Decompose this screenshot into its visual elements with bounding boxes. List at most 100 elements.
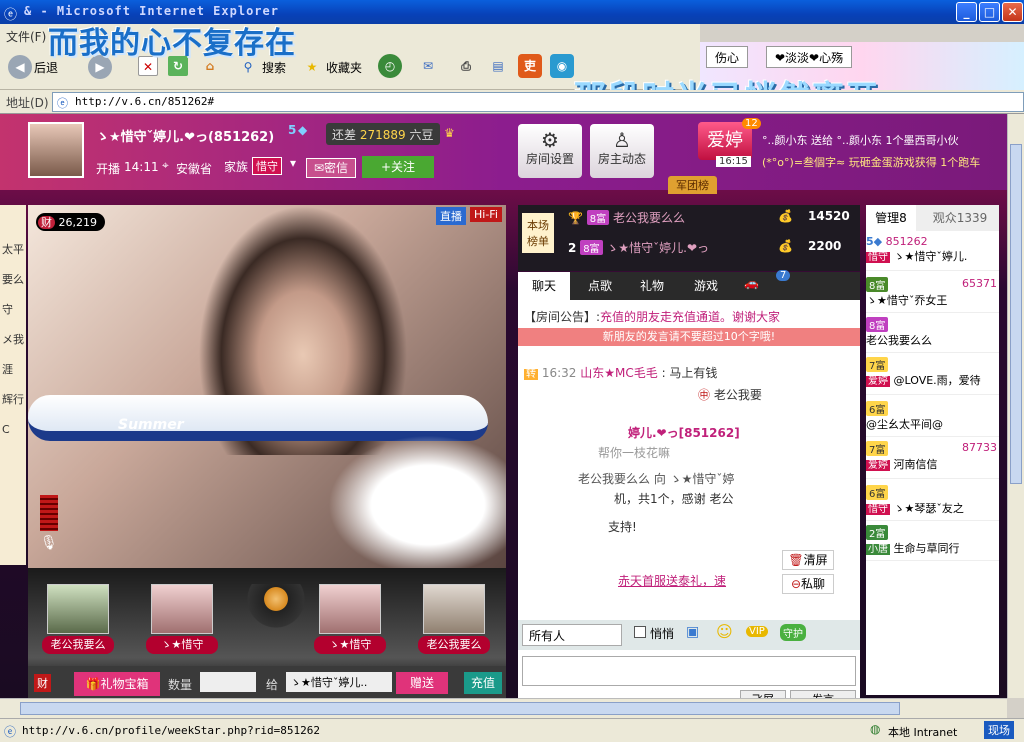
chat-options: 所有人 悄悄 ▣ ☺ VIP 守护 <box>518 620 860 650</box>
microphone-icon[interactable]: 🎙 <box>40 535 58 551</box>
scroll-thumb[interactable] <box>1010 144 1022 484</box>
hifi-tag[interactable]: Hi-Fi <box>470 207 502 222</box>
tab-game[interactable]: 游戏 <box>680 272 732 300</box>
status-url: http://v.6.cn/profile/weekStar.php?rid=8… <box>22 724 321 737</box>
chat-input[interactable] <box>522 656 856 686</box>
user-id: 87733 <box>962 441 997 454</box>
history-icon[interactable]: ◴ <box>378 54 402 78</box>
video-player[interactable]: Summer 财 26,219 直播 Hi-Fi 🎙 <box>28 205 506 568</box>
seat-1[interactable]: 老公我要么 <box>42 584 114 666</box>
chat-text: 支持! <box>608 520 637 534</box>
recharge-button[interactable]: 充值 <box>464 672 502 694</box>
notice-text: 充值的朋友走充值通道。谢谢大家 <box>600 310 781 324</box>
room-settings-button[interactable]: ⚙ 房间设置 <box>518 124 582 178</box>
tab-viewers[interactable]: 观众1339 <box>924 205 996 231</box>
rank-badge-icon: 转 <box>524 369 538 380</box>
tab-sad[interactable]: 伤心 <box>706 46 749 68</box>
user-row[interactable]: 6富 @尘幺太平间@ <box>866 401 999 437</box>
chat-user[interactable]: 山东★MC毛毛 <box>580 366 658 380</box>
mail-icon[interactable]: ✉ <box>416 54 440 78</box>
overlay-lyric-1: 而我的心不复存在 <box>48 26 296 61</box>
chat-message: 婷儿.❤っ[851262] <box>628 424 740 441</box>
recipient-select[interactable]: ゝ★惜守ˇ婷儿.. <box>286 672 392 692</box>
send-gift-button[interactable]: 赠送 <box>396 672 448 694</box>
sidebar-item[interactable]: 辉行 <box>2 385 26 415</box>
tab-song[interactable]: 点歌 <box>574 272 626 300</box>
rank-value: 14520 <box>808 209 850 223</box>
sidebar-item[interactable]: 太平 <box>2 235 26 265</box>
gift-box-button[interactable]: 🎁礼物宝箱 <box>74 672 160 696</box>
chat-text: 老公我要 <box>713 388 762 402</box>
address-input[interactable]: ⓔ http://v.6.cn/851262# <box>52 92 1024 112</box>
sidebar-item[interactable]: メ我 <box>2 325 26 355</box>
tab-admin[interactable]: 管理8 <box>866 205 916 231</box>
rank-panel: 本场榜单 🏆 8富 老公我要么么 💰 14520 2 8富 ゝ★惜守ˇ婷儿.❤っ… <box>518 205 860 271</box>
print-icon[interactable]: ⎙ <box>454 54 478 78</box>
message-button[interactable]: ✉密信 <box>306 158 356 178</box>
live-corner-badge[interactable]: 现场 <box>984 721 1014 739</box>
close-button[interactable]: ✕ <box>1002 2 1023 22</box>
vip-icon[interactable]: VIP <box>746 626 768 637</box>
family-dropdown-icon[interactable]: ▾ <box>290 156 296 170</box>
sidebar-item[interactable]: C <box>2 415 26 445</box>
emoji-icon[interactable]: ☺ <box>716 622 733 641</box>
sidebar-item[interactable]: 要么 <box>2 265 26 295</box>
promo-link[interactable]: 赤天首服送泰礼，速 <box>618 572 726 589</box>
clear-screen-button[interactable]: 🗑清屏 <box>782 550 834 570</box>
gift-money-label: 财 <box>34 674 51 692</box>
send-button[interactable]: 发言 <box>790 690 856 698</box>
quantity-input[interactable] <box>200 672 256 692</box>
target-select[interactable]: 所有人 <box>522 624 622 646</box>
user-row[interactable]: 8富 老公我要么么 <box>866 317 999 353</box>
chat-message: 支持! <box>608 518 637 535</box>
user-name: 老公我要么么 <box>866 334 932 347</box>
user-row[interactable]: 5◆ 851262 惜守 ゝ★惜守ˇ婷儿. <box>866 235 999 271</box>
private-chat-button[interactable]: ⊖私聊 <box>782 574 834 594</box>
rank-row-1[interactable]: 🏆 8富 老公我要么么 💰 14520 <box>568 209 850 233</box>
user-row[interactable]: 7富 87733 爱婷 河南信信 <box>866 441 999 479</box>
car-icon[interactable]: 🚗 <box>744 276 759 290</box>
sidebar-item[interactable]: 守 <box>2 295 26 325</box>
messenger-icon[interactable]: 吏 <box>518 54 542 78</box>
seat-3[interactable] <box>240 584 312 666</box>
seat-5[interactable]: 老公我要么 <box>418 584 490 666</box>
horizontal-scrollbar[interactable] <box>0 698 1007 718</box>
back-arrow-icon: ◀ <box>8 55 32 79</box>
whisper-checkbox[interactable] <box>634 626 646 638</box>
seat-name: ゝ★惜守 <box>314 636 386 654</box>
user-row[interactable]: 8富 65371 ゝ★惜守ˇ乔女王 <box>866 277 999 313</box>
quantity-label: 数量 <box>168 678 193 692</box>
tab-heart[interactable]: ❤淡淡❤心殇 <box>766 46 853 68</box>
seat-4[interactable]: ゝ★惜守 <box>314 584 386 666</box>
maximize-button[interactable]: □ <box>979 2 1000 22</box>
user-row[interactable]: 2富 小唐 生命与草同行 <box>866 525 999 561</box>
gift-scroll-text: °..颜小东 送给 °..颜小东 1个墨西哥小伙 <box>762 134 959 147</box>
vertical-scrollbar[interactable] <box>1007 114 1024 698</box>
host-name[interactable]: ゝ★惜守ˇ婷儿.❤っ(851262) <box>96 126 274 145</box>
host-news-button[interactable]: ♙ 房主动态 <box>590 124 654 178</box>
seat-2[interactable]: ゝ★惜守 <box>146 584 218 666</box>
follow-button[interactable]: +关注 <box>362 156 434 178</box>
user-row[interactable]: 6富 惜守 ゝ★琴瑟ˇ友之 <box>866 485 999 521</box>
chat-text: 婷儿.❤っ[851262] <box>628 426 740 440</box>
favorites-button[interactable]: ★ 收藏夹 <box>300 54 362 80</box>
guard-icon[interactable]: 守护 <box>780 624 806 641</box>
user-row[interactable]: 7富 爱婷 @LOVE.雨，爱待 <box>866 357 999 395</box>
host-avatar[interactable] <box>28 122 84 178</box>
tab-gift[interactable]: 礼物 <box>626 272 678 300</box>
seat-name: ゝ★惜守 <box>146 636 218 654</box>
scroll-thumb-h[interactable] <box>20 702 900 715</box>
minimize-button[interactable]: _ <box>956 2 977 22</box>
fly-screen-button[interactable]: 飞屏 <box>740 690 786 698</box>
room-notice: 【房间公告】:充值的朋友走充值通道。谢谢大家 <box>524 308 780 325</box>
image-icon[interactable]: ▣ <box>686 624 699 640</box>
family-badge[interactable]: 惜守 <box>252 157 282 175</box>
edit-icon[interactable]: ▤ <box>486 54 510 78</box>
diamond-icon: ◆ <box>298 123 308 137</box>
rank-row-2[interactable]: 2 8富 ゝ★惜守ˇ婷儿.❤っ 💰 2200 <box>568 239 848 263</box>
seat-avatar <box>47 584 109 634</box>
tab-chat[interactable]: 聊天 <box>518 272 570 300</box>
sidebar-item[interactable]: 涯 <box>2 355 26 385</box>
discuss-icon[interactable]: ◉ <box>550 54 574 78</box>
army-tab[interactable]: 军团榜 <box>668 176 717 194</box>
